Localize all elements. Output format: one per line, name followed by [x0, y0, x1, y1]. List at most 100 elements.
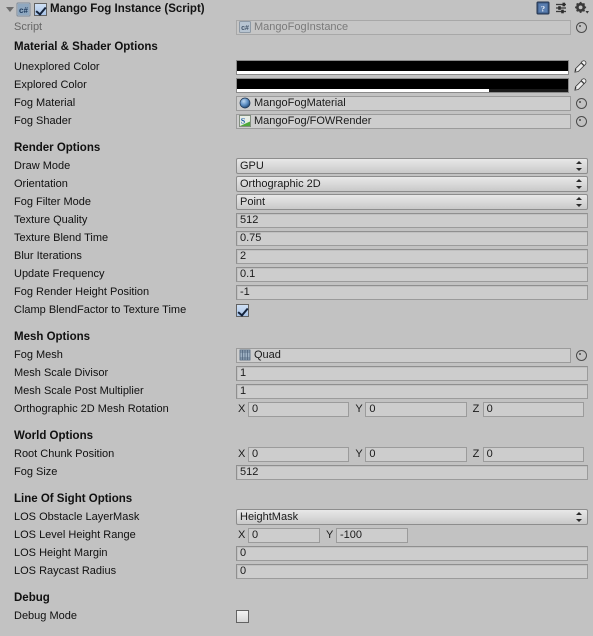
axis-label-x: X: [238, 529, 246, 541]
los-obstacle-layermask-dropdown[interactable]: HeightMask: [236, 509, 588, 525]
label-root-chunk-position: Root Chunk Position: [14, 448, 115, 460]
row-debug-mode: Debug Mode: [0, 607, 593, 625]
section-header-mesh-options: Mesh Options: [14, 331, 91, 343]
label-mesh-scale-divisor: Mesh Scale Divisor: [14, 367, 109, 379]
los-raycast-radius-input[interactable]: 0: [236, 563, 588, 579]
svg-text:S: S: [241, 117, 246, 126]
mesh-scale-post-multiplier-input[interactable]: 1: [236, 383, 588, 399]
root-chunk-x-input[interactable]: 0: [248, 446, 350, 462]
gear-dropdown-icon[interactable]: [574, 1, 590, 18]
alpha-track: [237, 88, 568, 92]
script-object-field[interactable]: c# MangoFogInstance: [236, 19, 571, 35]
fog-render-height-position-input[interactable]: -1: [236, 284, 588, 300]
axis-label-x: X: [238, 448, 246, 460]
mesh-scale-divisor-input[interactable]: 1: [236, 365, 588, 381]
los-level-height-y-input[interactable]: -100: [336, 527, 408, 543]
component-header[interactable]: c# Mango Fog Instance (Script) ?: [0, 0, 593, 18]
label-script: Script: [14, 21, 43, 33]
alpha-fill: [237, 70, 568, 74]
draw-mode-dropdown[interactable]: GPU: [236, 158, 588, 174]
section-header-line-of-sight-options: Line Of Sight Options: [14, 493, 133, 505]
debug-mode-checkbox[interactable]: [236, 609, 249, 623]
label-ortho-2d-mesh-rotation: Orthographic 2D Mesh Rotation: [14, 403, 169, 415]
section-header-debug: Debug: [14, 592, 50, 604]
row-root-chunk-position: Root Chunk Position X 0 Y 0 Z 0: [0, 445, 593, 463]
chevron-updown-icon: [575, 510, 584, 524]
row-unexplored-color: Unexplored Color: [0, 58, 593, 76]
row-texture-blend-time: Texture Blend Time 0.75: [0, 229, 593, 247]
row-ortho-2d-mesh-rotation: Orthographic 2D Mesh Rotation X 0 Y 0 Z …: [0, 400, 593, 418]
label-fog-material: Fog Material: [14, 97, 76, 109]
fog-mesh-object-field[interactable]: Quad: [236, 347, 571, 363]
los-level-height-x-input[interactable]: 0: [248, 527, 320, 543]
color-swatch: [237, 78, 568, 89]
texture-quality-input[interactable]: 512: [236, 212, 588, 228]
label-explored-color: Explored Color: [14, 79, 87, 91]
section-header-material-shader: Material & Shader Options: [14, 41, 158, 53]
alpha-track: [237, 70, 568, 74]
ortho-rotation-x-input[interactable]: 0: [248, 401, 350, 417]
orientation-dropdown[interactable]: Orthographic 2D: [236, 176, 588, 192]
component-enabled-checkbox[interactable]: [34, 2, 47, 16]
fog-size-input[interactable]: 512: [236, 464, 588, 480]
material-sphere-icon: [239, 97, 251, 109]
row-fog-material: Fog Material MangoFogMaterial: [0, 94, 593, 112]
blur-iterations-input[interactable]: 2: [236, 248, 588, 264]
label-fog-size: Fog Size: [14, 466, 58, 478]
label-debug-mode: Debug Mode: [14, 610, 77, 622]
row-fog-shader: Fog Shader S MangoFog/FOWRender: [0, 112, 593, 130]
help-book-icon[interactable]: ?: [536, 1, 550, 18]
explored-color-field[interactable]: [236, 77, 569, 93]
svg-text:c#: c#: [241, 25, 249, 32]
update-frequency-input[interactable]: 0.1: [236, 266, 588, 282]
axis-label-x: X: [238, 403, 246, 415]
svg-text:?: ?: [541, 3, 545, 13]
foldout-triangle-icon[interactable]: [3, 0, 16, 18]
component-title: Mango Fog Instance (Script): [50, 3, 205, 15]
ortho-rotation-z-input[interactable]: 0: [482, 401, 584, 417]
label-blur-iterations: Blur Iterations: [14, 250, 82, 262]
header-icon-group: ?: [536, 0, 590, 18]
row-blur-iterations: Blur Iterations 2: [0, 247, 593, 265]
label-mesh-scale-post-multiplier: Mesh Scale Post Multiplier: [14, 385, 144, 397]
axis-label-z: Z: [472, 448, 480, 460]
draw-mode-value: GPU: [240, 160, 264, 172]
row-clamp-blendfactor: Clamp BlendFactor to Texture Time: [0, 301, 593, 319]
fog-filter-mode-dropdown[interactable]: Point: [236, 194, 588, 210]
svg-text:c#: c#: [19, 6, 28, 15]
fog-shader-object-field[interactable]: S MangoFog/FOWRender: [236, 113, 571, 129]
eyedropper-icon[interactable]: [571, 77, 588, 93]
texture-blend-time-input[interactable]: 0.75: [236, 230, 588, 246]
mesh-icon: [239, 349, 251, 361]
eyedropper-icon[interactable]: [571, 59, 588, 75]
los-height-margin-input[interactable]: 0: [236, 545, 588, 561]
preset-icon[interactable]: [555, 1, 569, 18]
csharp-script-icon: c#: [239, 21, 251, 33]
section-header-world-options: World Options: [14, 430, 94, 442]
fog-shader-select-button[interactable]: [574, 114, 588, 129]
row-orientation: Orientation Orthographic 2D: [0, 175, 593, 193]
ortho-2d-mesh-rotation-vector3: X 0 Y 0 Z 0: [236, 401, 588, 417]
row-script: Script c# MangoFogInstance: [0, 18, 593, 36]
clamp-blendfactor-checkbox[interactable]: [236, 303, 249, 317]
unexplored-color-field[interactable]: [236, 59, 569, 75]
orientation-value: Orthographic 2D: [240, 178, 321, 190]
fog-material-select-button[interactable]: [574, 96, 588, 111]
root-chunk-y-input[interactable]: 0: [365, 446, 467, 462]
row-fog-size: Fog Size 512: [0, 463, 593, 481]
fog-material-object-field[interactable]: MangoFogMaterial: [236, 95, 571, 111]
root-chunk-position-vector3: X 0 Y 0 Z 0: [236, 446, 588, 462]
chevron-updown-icon: [575, 159, 584, 173]
label-update-frequency: Update Frequency: [14, 268, 105, 280]
ortho-rotation-y-input[interactable]: 0: [365, 401, 467, 417]
label-fog-filter-mode: Fog Filter Mode: [14, 196, 92, 208]
script-select-button[interactable]: [574, 20, 588, 35]
fog-mesh-select-button[interactable]: [574, 348, 588, 363]
row-los-obstacle-layermask: LOS Obstacle LayerMask HeightMask: [0, 508, 593, 526]
axis-label-z: Z: [472, 403, 480, 415]
label-unexplored-color: Unexplored Color: [14, 61, 100, 73]
label-fog-render-height-position: Fog Render Height Position: [14, 286, 150, 298]
row-texture-quality: Texture Quality 512: [0, 211, 593, 229]
root-chunk-z-input[interactable]: 0: [482, 446, 584, 462]
label-los-raycast-radius: LOS Raycast Radius: [14, 565, 117, 577]
